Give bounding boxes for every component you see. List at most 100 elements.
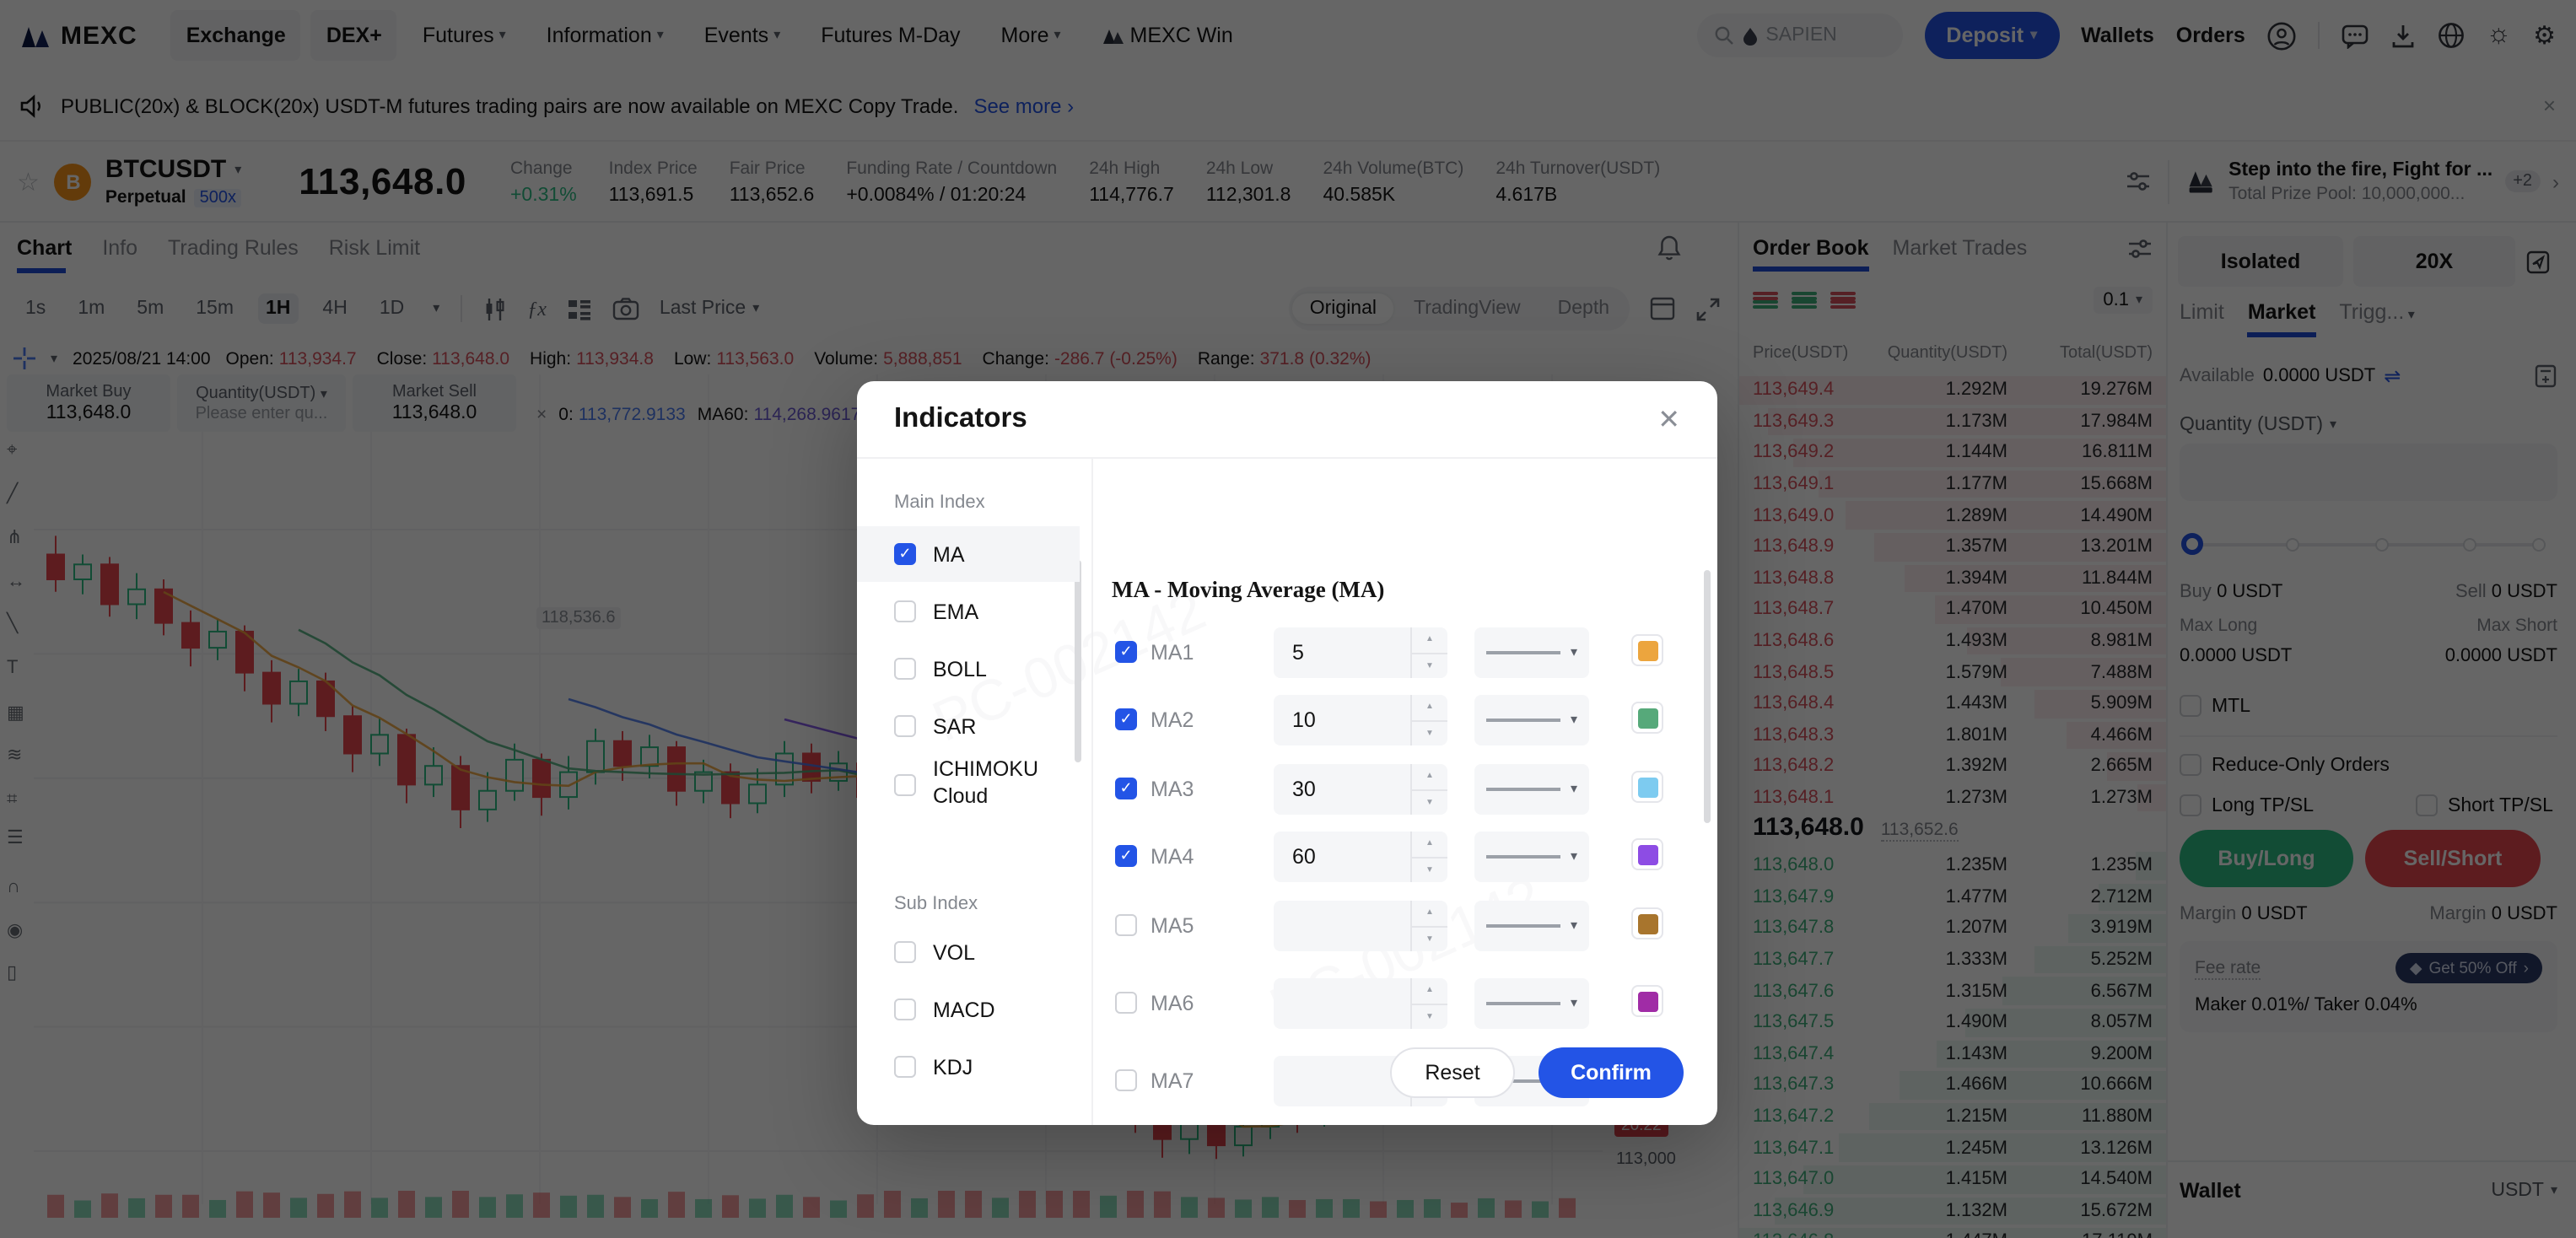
stepper[interactable]: ▲▼	[1410, 978, 1447, 1029]
period-value	[1274, 978, 1410, 1029]
ma1-color-swatch[interactable]	[1631, 634, 1663, 666]
ma2-line-style-select[interactable]: ▾	[1474, 695, 1589, 745]
indicator-checkbox[interactable]	[894, 715, 916, 737]
period-value	[1274, 901, 1410, 951]
stepper-up-icon[interactable]: ▲	[1412, 627, 1447, 654]
line-style-preview	[1486, 719, 1560, 722]
ma-config-row-ma4: ✓MA460▲▼▾	[1093, 830, 1717, 884]
ma-row-label: MA2	[1151, 708, 1194, 732]
indicator-checkbox[interactable]	[894, 658, 916, 680]
ma3-checkbox[interactable]: ✓	[1115, 778, 1137, 799]
line-style-preview	[1486, 789, 1560, 791]
ma5-line-style-select[interactable]: ▾	[1474, 901, 1589, 951]
ma1-checkbox[interactable]: ✓	[1115, 641, 1137, 663]
line-style-preview	[1486, 856, 1560, 859]
ma1-line-style-select[interactable]: ▾	[1474, 627, 1589, 678]
ma5-period-input[interactable]: ▲▼	[1274, 901, 1447, 951]
stepper-down-icon[interactable]: ▼	[1412, 721, 1447, 745]
stepper-up-icon[interactable]: ▲	[1412, 832, 1447, 858]
ma7-checkbox[interactable]	[1115, 1069, 1137, 1091]
stepper-down-icon[interactable]: ▼	[1412, 1004, 1447, 1029]
stepper-up-icon[interactable]: ▲	[1412, 901, 1447, 927]
ma3-line-style-select[interactable]: ▾	[1474, 764, 1589, 815]
swatch-color	[1637, 777, 1657, 797]
stepper-up-icon[interactable]: ▲	[1412, 695, 1447, 721]
stepper[interactable]: ▲▼	[1410, 901, 1447, 951]
swatch-color	[1637, 991, 1657, 1011]
ma2-period-input[interactable]: 10▲▼	[1274, 695, 1447, 745]
stepper[interactable]: ▲▼	[1410, 764, 1447, 815]
chevron-down-icon: ▾	[1571, 713, 1577, 727]
line-style-preview	[1486, 652, 1560, 654]
indicator-checkbox[interactable]	[894, 998, 916, 1020]
sidebar-item-kdj[interactable]: KDJ	[857, 1039, 1080, 1095]
indicator-checkbox[interactable]	[894, 773, 916, 795]
sidebar-item-ichimoku-cloud[interactable]: ICHIMOKU Cloud	[857, 745, 1080, 823]
ma5-color-swatch[interactable]	[1631, 907, 1663, 939]
stepper[interactable]: ▲▼	[1410, 627, 1447, 678]
chevron-down-icon: ▾	[1571, 850, 1577, 864]
indicator-checkbox[interactable]: ✓	[894, 543, 916, 565]
ma6-line-style-select[interactable]: ▾	[1474, 978, 1589, 1029]
reset-button[interactable]: Reset	[1390, 1047, 1515, 1098]
ma2-color-swatch[interactable]	[1631, 702, 1663, 734]
ma-config-row-ma2: ✓ MA2 10▲▼ ▾	[1093, 693, 1717, 747]
confirm-button[interactable]: Confirm	[1539, 1047, 1684, 1098]
sidebar-item-ema[interactable]: EMA	[857, 584, 1080, 639]
period-value: 10	[1274, 695, 1410, 745]
ma4-checkbox[interactable]: ✓	[1115, 845, 1137, 867]
sidebar-item-label: ICHIMOKU Cloud	[933, 758, 1051, 811]
swatch-color	[1637, 913, 1657, 934]
section-title: MA - Moving Average (MA)	[1112, 577, 1384, 604]
stepper-up-icon[interactable]: ▲	[1412, 764, 1447, 790]
ma6-period-input[interactable]: ▲▼	[1274, 978, 1447, 1029]
ma3-period-input[interactable]: 30▲▼	[1274, 764, 1447, 815]
ma5-checkbox[interactable]	[1115, 914, 1137, 936]
ma6-checkbox[interactable]	[1115, 992, 1137, 1014]
ma3-color-swatch[interactable]	[1631, 771, 1663, 803]
stepper-down-icon[interactable]: ▼	[1412, 927, 1447, 951]
ma4-color-swatch[interactable]	[1631, 838, 1663, 870]
indicator-checkbox[interactable]	[894, 1056, 916, 1078]
modal-header: Indicators ✕	[857, 381, 1717, 459]
stepper-up-icon[interactable]: ▲	[1412, 978, 1447, 1004]
ma-row-label: MA7	[1151, 1069, 1194, 1093]
sidebar-item-vol[interactable]: VOL	[857, 924, 1080, 980]
period-value: 30	[1274, 764, 1410, 815]
sidebar-item-label: VOL	[933, 940, 975, 964]
stepper-down-icon[interactable]: ▼	[1412, 858, 1447, 882]
chevron-down-icon: ▾	[1571, 646, 1577, 659]
sidebar-item-ma[interactable]: ✓ MA	[857, 526, 1080, 582]
indicator-checkbox[interactable]	[894, 600, 916, 622]
period-value: 5	[1274, 627, 1410, 678]
swatch-color	[1637, 640, 1657, 660]
line-style-preview	[1486, 1003, 1560, 1005]
stepper[interactable]: ▲▼	[1410, 832, 1447, 882]
sidebar-item-macd[interactable]: MACD	[857, 982, 1080, 1037]
ma-config-row-ma5: MA5▲▼▾	[1093, 899, 1717, 953]
sidebar-item-label: MACD	[933, 998, 995, 1021]
sidebar-item-label: KDJ	[933, 1055, 973, 1079]
ma4-line-style-select[interactable]: ▾	[1474, 832, 1589, 882]
main-index-heading: Main Index	[894, 493, 985, 513]
sub-index-heading: Sub Index	[894, 894, 978, 914]
ma4-period-input[interactable]: 60▲▼	[1274, 832, 1447, 882]
modal-close-icon[interactable]: ✕	[1657, 402, 1680, 436]
stepper-down-icon[interactable]: ▼	[1412, 654, 1447, 678]
ma1-period-input[interactable]: 5▲▼	[1274, 627, 1447, 678]
swatch-color	[1637, 708, 1657, 728]
indicators-modal: PC-002142 PC-002142 Indicators ✕ Main In…	[857, 381, 1717, 1125]
line-style-preview	[1486, 925, 1560, 928]
ma6-color-swatch[interactable]	[1631, 985, 1663, 1017]
ma-row-label: MA3	[1151, 778, 1194, 801]
sidebar-item-label: BOLL	[933, 657, 987, 681]
ma-config-row-ma6: MA6▲▼▾	[1093, 977, 1717, 1031]
stepper[interactable]: ▲▼	[1410, 695, 1447, 745]
mexc-futures-page: MEXC ExchangeDEX+Futures▾Information▾Eve…	[0, 0, 2576, 1238]
indicator-checkbox[interactable]	[894, 941, 916, 963]
stepper-down-icon[interactable]: ▼	[1412, 790, 1447, 815]
ma2-checkbox[interactable]: ✓	[1115, 708, 1137, 730]
sidebar-item-boll[interactable]: BOLL	[857, 641, 1080, 697]
sidebar-item-label: MA	[933, 542, 965, 566]
chevron-down-icon: ▾	[1571, 919, 1577, 933]
